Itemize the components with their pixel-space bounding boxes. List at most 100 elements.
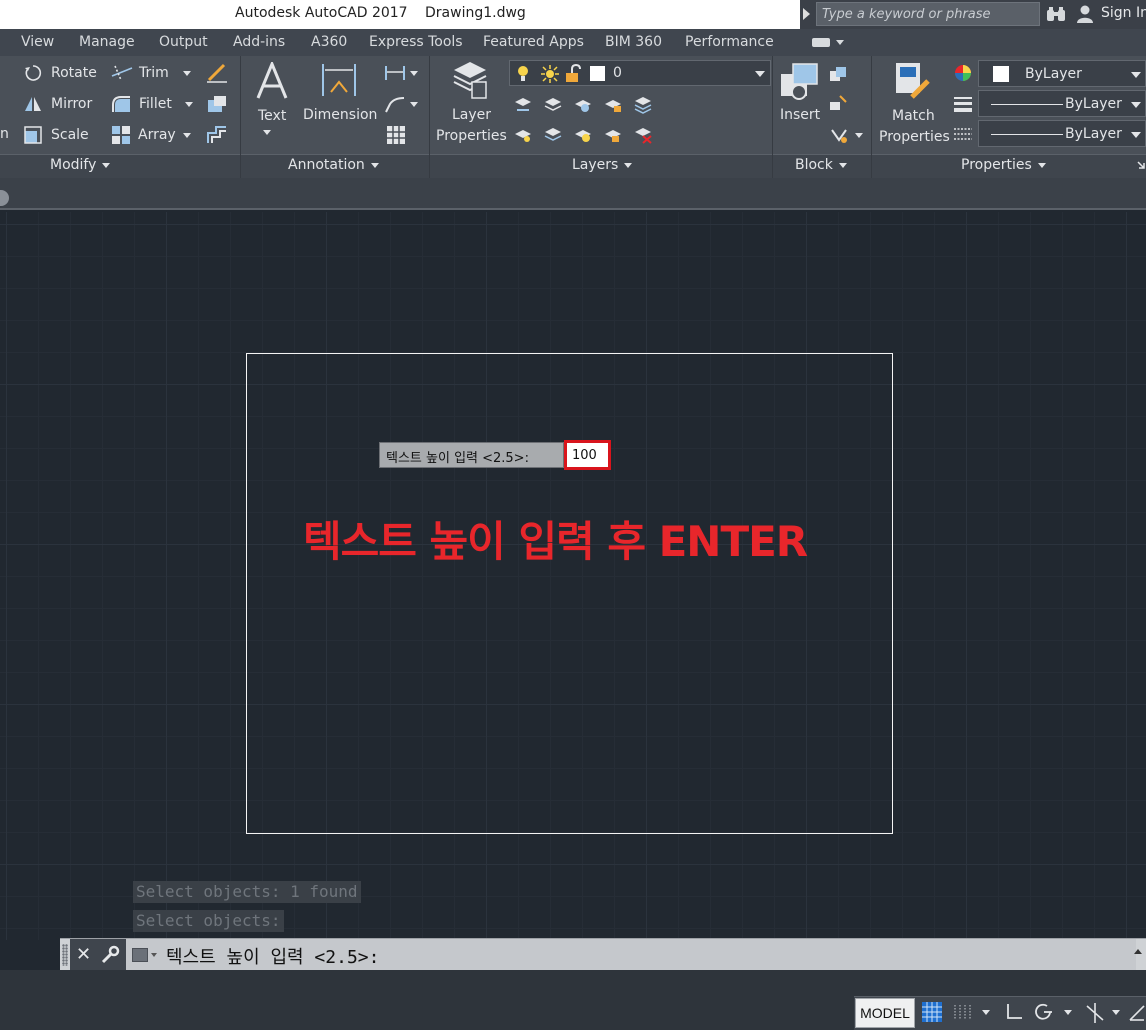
layer-thaw-icon[interactable] [573, 126, 593, 144]
block-attribute-icon[interactable] [830, 126, 848, 144]
tab-manage[interactable]: Manage [79, 34, 135, 50]
model-space-button[interactable]: MODEL [855, 998, 915, 1028]
tab-a360[interactable]: A360 [311, 34, 347, 50]
layer-stack-icon[interactable] [633, 96, 653, 114]
object-snap-tracking-icon[interactable] [1084, 1002, 1106, 1024]
chevron-down-icon [624, 162, 633, 168]
match-properties-label-2[interactable]: Properties [879, 129, 950, 145]
color-swatch [993, 66, 1009, 82]
layer-tool-icon[interactable] [543, 126, 563, 144]
color-value: ByLayer [1025, 66, 1082, 82]
layer-properties-label-2[interactable]: Properties [436, 128, 507, 144]
layer-tool-icon[interactable] [543, 96, 563, 114]
stretch-label-partial[interactable]: n [0, 126, 9, 142]
insert-button[interactable]: Insert [780, 107, 820, 123]
chevron-down-icon[interactable] [1131, 132, 1141, 138]
layer-properties-label-1[interactable]: Layer [452, 107, 491, 123]
lightbulb-icon[interactable] [516, 64, 530, 84]
insert-block-icon [781, 63, 818, 100]
sign-in-link[interactable]: Sign In [1101, 5, 1146, 21]
linetype-dropdown[interactable]: ByLayer [978, 120, 1146, 147]
layer-dropdown[interactable]: 0 [509, 60, 771, 86]
chevron-down-icon[interactable] [836, 40, 844, 45]
array-button[interactable]: Array [138, 127, 176, 143]
fillet-dropdown-icon[interactable] [185, 102, 193, 107]
binoculars-icon[interactable] [1046, 6, 1066, 23]
text-dropdown-icon[interactable] [263, 130, 271, 135]
grid-icon[interactable] [922, 1002, 942, 1022]
trim-button[interactable]: Trim [139, 65, 169, 81]
drag-handle-icon[interactable] [62, 944, 68, 966]
table-icon[interactable] [386, 125, 406, 145]
ribbon-minimize-icon[interactable] [812, 38, 830, 47]
osnap-icon[interactable] [1128, 1002, 1146, 1022]
ortho-icon[interactable] [1004, 1002, 1024, 1022]
chevron-down-icon[interactable] [982, 1010, 990, 1015]
rotate-button[interactable]: Rotate [51, 65, 97, 81]
snap-icon[interactable] [952, 1002, 972, 1022]
text-height-input[interactable] [569, 445, 606, 465]
layer-freeze-icon[interactable] [573, 96, 593, 114]
offset-icon[interactable] [206, 125, 228, 145]
block-dropdown-icon[interactable] [855, 133, 863, 138]
dynamic-prompt-text: 텍스트 높이 입력 <2.5>: [386, 451, 529, 466]
close-icon[interactable]: ✕ [76, 944, 91, 965]
layers-panel-title[interactable]: Layers [572, 157, 633, 173]
layer-unlock-icon[interactable] [603, 126, 623, 144]
tab-add-ins[interactable]: Add-ins [233, 34, 285, 50]
wrench-icon[interactable] [100, 945, 120, 965]
drawn-rectangle[interactable] [246, 353, 893, 834]
linear-dimension-icon[interactable] [384, 64, 406, 82]
array-dropdown-icon[interactable] [183, 133, 191, 138]
command-prompt-icon[interactable] [132, 948, 148, 962]
tab-featured-apps[interactable]: Featured Apps [483, 34, 584, 50]
dimension-button[interactable]: Dimension [303, 107, 377, 123]
mirror-button[interactable]: Mirror [51, 96, 92, 112]
dialog-launcher-icon[interactable] [1136, 160, 1146, 170]
polar-icon[interactable] [1034, 1002, 1054, 1022]
trim-dropdown-icon[interactable] [183, 71, 191, 76]
scale-button[interactable]: Scale [51, 127, 89, 143]
chevron-down-icon[interactable] [1131, 102, 1141, 108]
command-input[interactable]: 텍스트 높이 입력 <2.5>: [126, 939, 1136, 971]
fillet-button[interactable]: Fillet [139, 96, 172, 112]
chevron-down-icon[interactable] [1064, 1010, 1072, 1015]
ribbon-tab-bar: View Manage Output Add-ins A360 Express … [0, 29, 1146, 56]
search-input[interactable] [816, 2, 1040, 26]
chevron-up-icon[interactable] [1134, 949, 1142, 954]
create-block-icon[interactable] [828, 65, 848, 83]
chevron-down-icon[interactable] [1112, 1010, 1120, 1015]
dimension-dropdown-icon[interactable] [410, 71, 418, 76]
color-dropdown[interactable]: ByLayer [978, 60, 1146, 87]
unlock-icon[interactable] [564, 64, 582, 84]
explode-icon[interactable] [206, 94, 228, 114]
chevron-down-icon[interactable] [755, 71, 765, 77]
lineweight-dropdown[interactable]: ByLayer [978, 90, 1146, 117]
tab-bim-360[interactable]: BIM 360 [605, 34, 662, 50]
leader-icon[interactable] [384, 94, 406, 114]
layer-lock-icon[interactable] [603, 96, 623, 114]
edit-block-icon[interactable] [828, 94, 848, 112]
match-properties-icon [896, 63, 930, 99]
chevron-down-icon[interactable] [1131, 72, 1141, 78]
tab-output[interactable]: Output [159, 34, 208, 50]
erase-icon[interactable] [206, 63, 228, 83]
layer-tool-icon[interactable] [513, 126, 533, 144]
sun-icon[interactable] [540, 64, 560, 84]
tab-view[interactable]: View [21, 34, 54, 50]
expand-arrow-icon[interactable] [803, 8, 810, 20]
match-properties-label-1[interactable]: Match [892, 108, 935, 124]
text-button[interactable]: Text [258, 108, 286, 124]
block-panel-title[interactable]: Block [795, 157, 847, 173]
modify-panel-title[interactable]: Modify [50, 157, 111, 173]
leader-dropdown-icon[interactable] [410, 102, 418, 107]
tab-express-tools[interactable]: Express Tools [369, 34, 463, 50]
lineweight-value: ByLayer [1065, 96, 1122, 112]
chevron-down-icon[interactable] [151, 953, 157, 957]
user-icon[interactable] [1075, 4, 1095, 24]
layer-tool-icon[interactable] [513, 96, 533, 114]
properties-panel-title[interactable]: Properties [961, 157, 1046, 173]
layer-delete-icon[interactable] [633, 126, 653, 144]
annotation-panel-title[interactable]: Annotation [288, 157, 379, 173]
tab-performance[interactable]: Performance [685, 34, 774, 50]
